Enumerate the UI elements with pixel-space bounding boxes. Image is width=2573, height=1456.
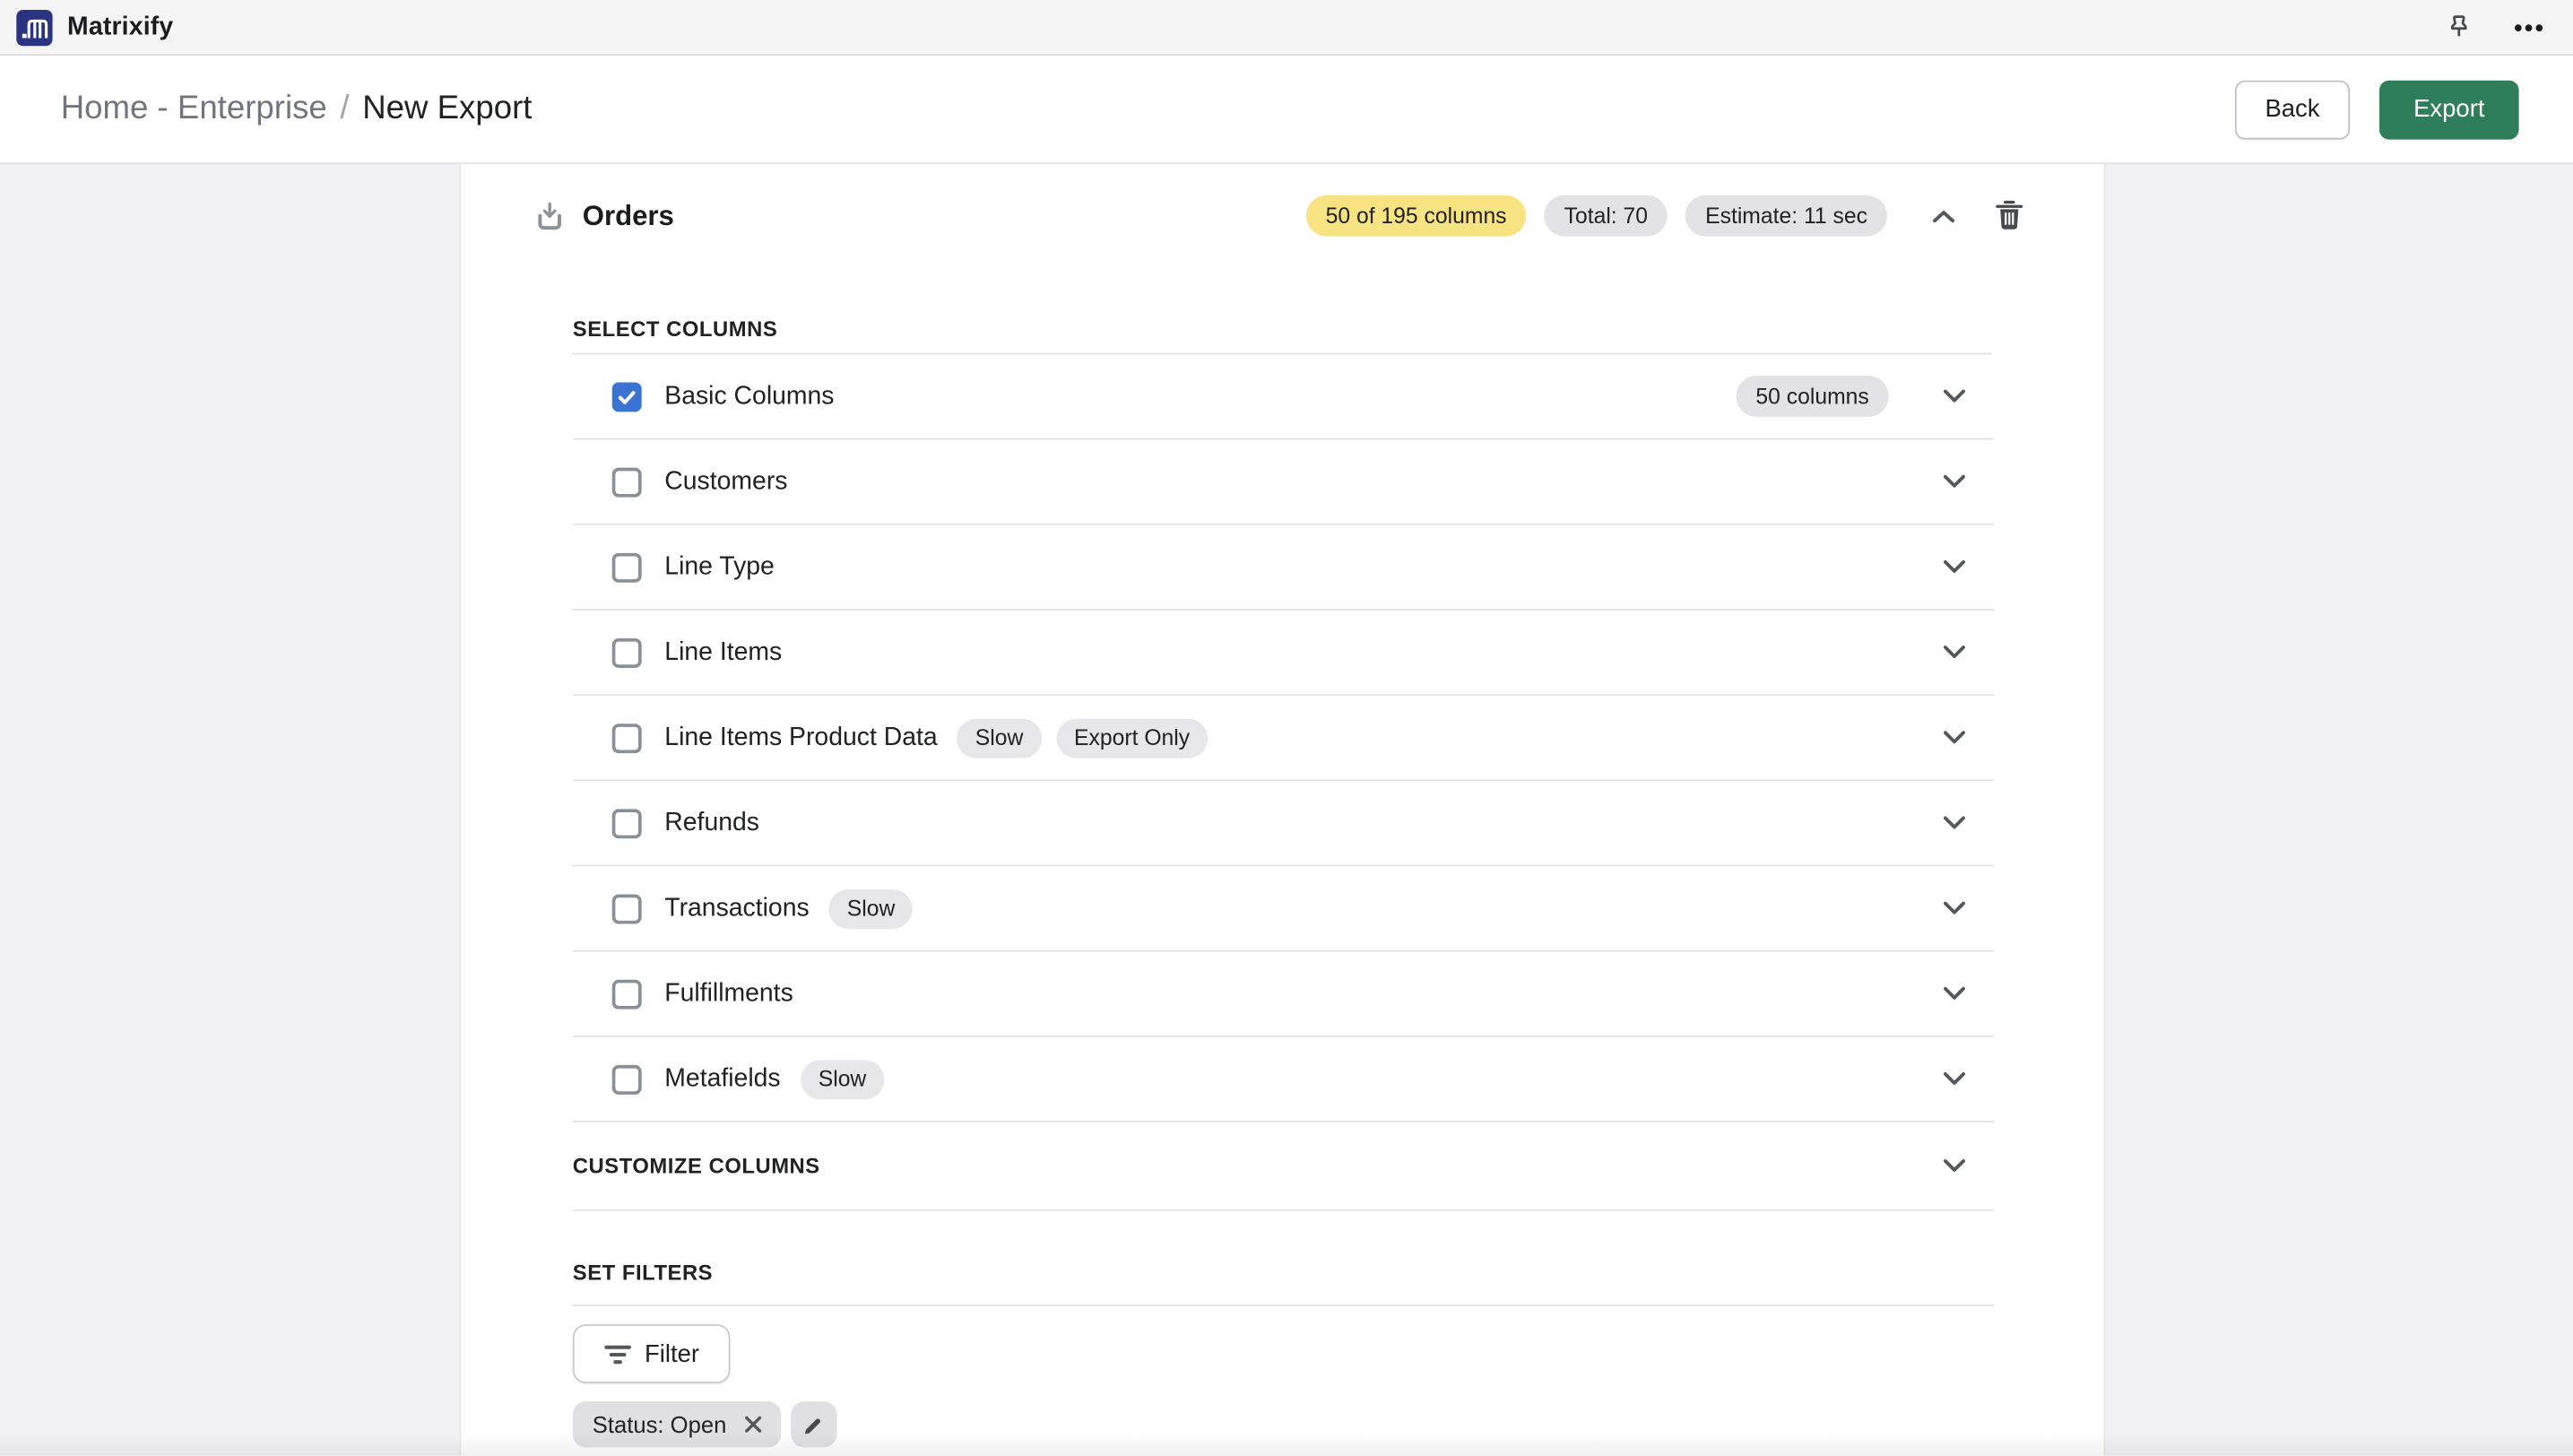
card-title: Orders — [583, 199, 674, 232]
row-label[interactable]: Customers — [664, 467, 787, 497]
more-options-icon[interactable] — [2510, 9, 2546, 45]
page-title: New Export — [362, 91, 532, 128]
row-metafields: Metafields Slow — [573, 1037, 1994, 1122]
transactions-checkbox[interactable] — [612, 894, 642, 923]
row-refunds: Refunds — [573, 781, 1994, 866]
chevron-down-icon[interactable] — [1939, 386, 1969, 407]
total-badge: Total: 70 — [1545, 195, 1668, 237]
top-bar: Matrixify — [0, 0, 2573, 56]
metafields-checkbox[interactable] — [612, 1064, 642, 1094]
export-button[interactable]: Export — [2379, 80, 2519, 139]
row-line-type: Line Type — [573, 525, 1994, 611]
estimate-badge: Estimate: 11 sec — [1685, 195, 1887, 237]
refunds-checkbox[interactable] — [612, 808, 642, 837]
select-columns-heading: SELECT COLUMNS — [573, 316, 1992, 354]
slow-badge: Slow — [801, 1059, 885, 1098]
trash-icon[interactable] — [1996, 200, 2023, 231]
set-filters-heading: SET FILTERS — [573, 1261, 1994, 1306]
page-header: Home - Enterprise / New Export Back Expo… — [0, 56, 2573, 164]
filter-tag-label: Status: Open — [593, 1411, 727, 1437]
row-label[interactable]: Transactions — [664, 894, 809, 923]
breadcrumb-parent-link[interactable]: Home - Enterprise — [61, 91, 327, 128]
chevron-down-icon[interactable] — [1939, 556, 1969, 577]
row-label[interactable]: Fulfillments — [664, 979, 793, 1009]
chevron-down-icon[interactable] — [1939, 983, 1969, 1004]
row-fulfillments: Fulfillments — [573, 952, 1994, 1037]
main-area: Orders 50 of 195 columns Total: 70 Estim… — [0, 164, 2573, 1455]
orders-export-card: Orders 50 of 195 columns Total: 70 Estim… — [460, 164, 2106, 1455]
row-transactions: Transactions Slow — [573, 866, 1994, 951]
row-customers: Customers — [573, 440, 1994, 525]
chevron-down-icon[interactable] — [1939, 471, 1969, 492]
import-download-icon — [533, 199, 567, 232]
applied-filters: Status: Open — [573, 1401, 2104, 1447]
export-only-badge: Export Only — [1056, 718, 1208, 758]
line-items-checkbox[interactable] — [612, 637, 642, 667]
chevron-down-icon[interactable] — [1939, 1156, 1969, 1177]
filter-button-label: Filter — [645, 1339, 699, 1367]
row-label[interactable]: Line Items — [664, 637, 782, 667]
chevron-down-icon[interactable] — [1939, 897, 1969, 919]
row-basic-columns: Basic Columns 50 columns — [573, 354, 1994, 439]
matrixify-logo-icon — [16, 9, 52, 45]
slow-badge: Slow — [957, 718, 1042, 758]
row-label[interactable]: Metafields — [664, 1064, 780, 1094]
selected-columns-count-badge: 50 columns — [1736, 376, 1888, 417]
card-header: Orders 50 of 195 columns Total: 70 Estim… — [461, 164, 2103, 243]
customize-columns-expander[interactable]: CUSTOMIZE COLUMNS — [573, 1122, 1994, 1211]
chevron-down-icon[interactable] — [1939, 642, 1969, 663]
columns-count-badge: 50 of 195 columns — [1306, 195, 1527, 237]
customers-checkbox[interactable] — [612, 467, 642, 497]
pencil-icon[interactable] — [791, 1401, 836, 1447]
basic-columns-checkbox[interactable] — [612, 382, 642, 412]
slow-badge: Slow — [829, 888, 914, 928]
row-label[interactable]: Line Items Product Data — [664, 723, 937, 752]
breadcrumb: Home - Enterprise / New Export — [61, 91, 533, 128]
chevron-down-icon[interactable] — [1939, 727, 1969, 749]
app-window: Matrixify Home - Enterprise / New Export… — [0, 0, 2573, 1456]
breadcrumb-separator: / — [340, 91, 349, 128]
chevron-down-icon[interactable] — [1939, 1069, 1969, 1090]
row-label[interactable]: Basic Columns — [664, 382, 834, 412]
fulfillments-checkbox[interactable] — [612, 979, 642, 1009]
filter-icon — [603, 1343, 631, 1365]
filter-button[interactable]: Filter — [573, 1324, 731, 1383]
pin-icon[interactable] — [2443, 12, 2474, 43]
row-label[interactable]: Line Type — [664, 552, 775, 582]
filter-tag-status: Status: Open — [573, 1401, 781, 1447]
close-icon[interactable] — [741, 1413, 765, 1436]
row-label[interactable]: Refunds — [664, 808, 759, 837]
chevron-down-icon[interactable] — [1939, 812, 1969, 834]
column-groups-list: Basic Columns 50 columns Customers — [573, 354, 1994, 1122]
back-button[interactable]: Back — [2235, 80, 2350, 139]
line-items-product-data-checkbox[interactable] — [612, 723, 642, 752]
chevron-up-icon[interactable] — [1931, 208, 1955, 224]
line-type-checkbox[interactable] — [612, 552, 642, 582]
row-line-items: Line Items — [573, 611, 1994, 696]
customize-columns-heading: CUSTOMIZE COLUMNS — [573, 1154, 820, 1178]
app-title: Matrixify — [67, 13, 173, 42]
row-line-items-product-data: Line Items Product Data Slow Export Only — [573, 696, 1994, 781]
